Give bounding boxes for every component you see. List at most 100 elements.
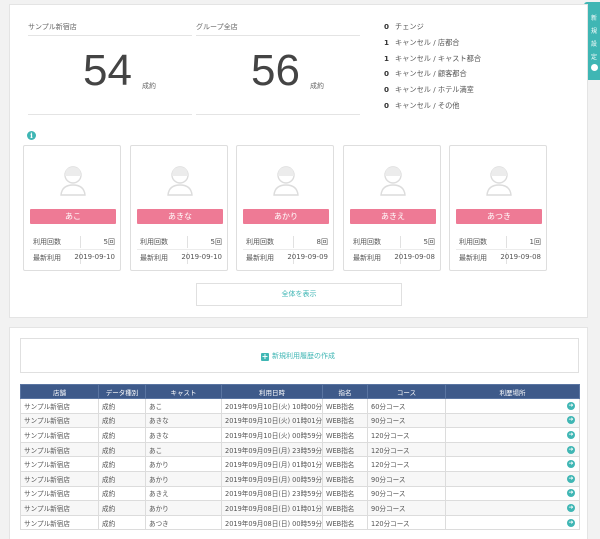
table-cell: WEB指名 xyxy=(322,398,368,414)
divider xyxy=(196,114,360,115)
arrow-right-icon[interactable]: ➜ xyxy=(567,445,575,454)
cast-name-button[interactable]: あきえ xyxy=(350,209,436,224)
summary-panel: サンプル新宿店 54 成約 グループ全店 56 成約 0 チェンジ 1 キャンセル … xyxy=(9,4,588,318)
last-used-row: 最新利用 2019-09-10 xyxy=(140,252,222,264)
table-row[interactable]: サンプル新宿店 成約 あきな 2019年09月10日(火) 01時01分 WEB指名 90… xyxy=(20,412,580,429)
table-cell: あかり xyxy=(145,456,222,472)
table-cell: サンプル新宿店 xyxy=(20,485,99,502)
table-cell: 2019年09月10日(火) 00時59分 xyxy=(221,427,323,443)
table-cell: 成約 xyxy=(98,485,146,502)
table-cell: WEB指名 xyxy=(322,441,368,458)
divider xyxy=(456,249,540,250)
table-cell: 120分コース xyxy=(367,427,446,443)
arrow-right-icon[interactable]: ➜ xyxy=(567,401,575,410)
table-row[interactable]: サンプル新宿店 成約 あかり 2019年09月08日(日) 01時01分 WEB指名 90… xyxy=(20,500,580,516)
arrow-right-icon[interactable]: ➜ xyxy=(567,474,575,483)
table-cell: 120分コース xyxy=(367,456,446,472)
table-cell: あこ xyxy=(145,441,222,458)
table-cell: 2019年09月08日(日) 23時59分 xyxy=(221,485,323,502)
usage-count-row: 利用回数 8回 xyxy=(246,236,328,248)
table-cell: あきな xyxy=(145,427,222,443)
info-icon[interactable]: i xyxy=(27,131,36,140)
table-cell: ➜ xyxy=(445,485,580,502)
new-history-button[interactable]: + 新規利用履歴の作成 xyxy=(20,338,579,373)
table-cell: 120分コース xyxy=(367,514,446,531)
column-header: 利歴場所 xyxy=(445,384,580,399)
table-cell: ➜ xyxy=(445,470,580,487)
table-cell: 90分コース xyxy=(367,485,446,502)
table-row[interactable]: サンプル新宿店 成約 あこ 2019年09月10日(火) 10時00分 WEB指名 60分… xyxy=(20,398,580,414)
table-cell: 成約 xyxy=(98,427,146,443)
table-cell: サンプル新宿店 xyxy=(20,500,99,516)
table-row[interactable]: サンプル新宿店 成約 あきな 2019年09月10日(火) 00時59分 WEB指名 12… xyxy=(20,427,580,443)
arrow-right-icon[interactable]: ➜ xyxy=(567,460,575,469)
cast-card[interactable]: あこ利用回数 5回 最新利用 2019-09-10 xyxy=(23,145,121,271)
last-used-row: 最新利用 2019-09-08 xyxy=(353,252,435,264)
cast-name-button[interactable]: あこ xyxy=(30,209,116,224)
table-cell: サンプル新宿店 xyxy=(20,398,99,414)
shop-summary-label: サンプル新宿店 xyxy=(28,23,77,31)
last-used-row: 最新利用 2019-09-08 xyxy=(459,252,541,264)
cast-card[interactable]: あきな 利用回数 5回 最新利用 2019-09-10 xyxy=(130,145,228,271)
shop-contract-unit: 成約 xyxy=(142,82,156,90)
divider xyxy=(196,35,360,36)
arrow-right-icon[interactable]: ➜ xyxy=(567,503,575,512)
cancellation-item: 0 キャンセル / その他 xyxy=(384,100,460,110)
cast-name-button[interactable]: あかり xyxy=(243,209,329,224)
column-header: 指名 xyxy=(322,384,368,399)
side-tab-text: 新規設定 xyxy=(591,15,598,61)
table-row[interactable]: サンプル新宿店 成約 あつき 2019年09月08日(日) 00時59分 WEB指名 12… xyxy=(20,514,580,531)
cast-card[interactable]: あつき 利用回数 1回 最新利用 2019-09-08 xyxy=(449,145,547,271)
table-cell: 2019年09月09日(月) 00時59分 xyxy=(221,470,323,487)
table-row[interactable]: サンプル新宿店 成約 あこ 2019年09月09日(月) 23時59分 WEB指名 120… xyxy=(20,441,580,458)
table-cell: サンプル新宿店 xyxy=(20,427,99,443)
table-cell: WEB指名 xyxy=(322,470,368,487)
cast-name-button[interactable]: あつき xyxy=(456,209,542,224)
column-header: キャスト xyxy=(145,384,222,399)
usage-count-row: 利用回数 5回 xyxy=(33,236,115,248)
table-cell: 2019年09月08日(日) 01時01分 xyxy=(221,500,323,516)
table-cell: 成約 xyxy=(98,500,146,516)
table-row[interactable]: サンプル新宿店 成約 あかり 2019年09月09日(月) 00時59分 WEB指名 90… xyxy=(20,470,580,487)
arrow-right-icon[interactable]: ➜ xyxy=(567,430,575,439)
table-cell: 2019年09月10日(火) 01時01分 xyxy=(221,412,323,429)
arrow-right-icon[interactable]: ➜ xyxy=(567,518,575,527)
cast-card[interactable]: あかり 利用回数 8回 最新利用 2019-09-09 xyxy=(236,145,334,271)
cancellation-item: 0 キャンセル / ホテル満室 xyxy=(384,85,474,95)
cast-card[interactable]: あきえ 利用回数 5回 最新利用 2019-09-08 xyxy=(343,145,441,271)
table-cell: 成約 xyxy=(98,456,146,472)
divider xyxy=(137,249,221,250)
table-cell: ➜ xyxy=(445,412,580,429)
table-cell: ➜ xyxy=(445,398,580,414)
history-table: 店舗 データ種別 キャスト 利用日時 指名 コース 利歴場所 サンプル新宿店 成約… xyxy=(20,384,580,531)
table-cell: サンプル新宿店 xyxy=(20,514,99,531)
column-header: 利用日時 xyxy=(221,384,323,399)
group-summary: グループ全店 56 成約 xyxy=(196,17,360,115)
table-row[interactable]: サンプル新宿店 成約 あかり 2019年09月09日(月) 01時01分 WEB指名 12… xyxy=(20,456,580,472)
history-panel: + 新規利用履歴の作成 店舗 データ種別 キャスト 利用日時 指名 コース 利歴場… xyxy=(9,327,588,539)
table-cell: 120分コース xyxy=(367,441,446,458)
cancellation-item: 1 キャンセル / キャスト都合 xyxy=(384,53,482,63)
group-summary-label: グループ全店 xyxy=(196,23,238,31)
cast-name-button[interactable]: あきな xyxy=(137,209,223,224)
avatar-icon xyxy=(167,166,193,196)
table-cell: WEB指名 xyxy=(322,427,368,443)
table-cell: サンプル新宿店 xyxy=(20,441,99,458)
table-cell: WEB指名 xyxy=(322,485,368,502)
divider xyxy=(28,35,192,36)
table-cell: サンプル新宿店 xyxy=(20,470,99,487)
avatar-icon xyxy=(380,166,406,196)
table-cell: 90分コース xyxy=(367,500,446,516)
table-cell: 成約 xyxy=(98,470,146,487)
last-used-row: 最新利用 2019-09-10 xyxy=(33,252,115,264)
avatar-icon xyxy=(486,166,512,196)
table-row[interactable]: サンプル新宿店 成約 あきえ 2019年09月08日(日) 23時59分 WEB指名 90… xyxy=(20,485,580,502)
table-cell: あきな xyxy=(145,412,222,429)
show-all-button[interactable]: 全体を表示 xyxy=(196,283,402,306)
arrow-right-icon[interactable]: ➜ xyxy=(567,416,575,425)
shop-contract-count: 54 xyxy=(83,46,132,95)
table-cell: 90分コース xyxy=(367,470,446,487)
arrow-right-icon[interactable]: ➜ xyxy=(567,489,575,498)
table-cell: サンプル新宿店 xyxy=(20,412,99,429)
table-cell: ➜ xyxy=(445,500,580,516)
